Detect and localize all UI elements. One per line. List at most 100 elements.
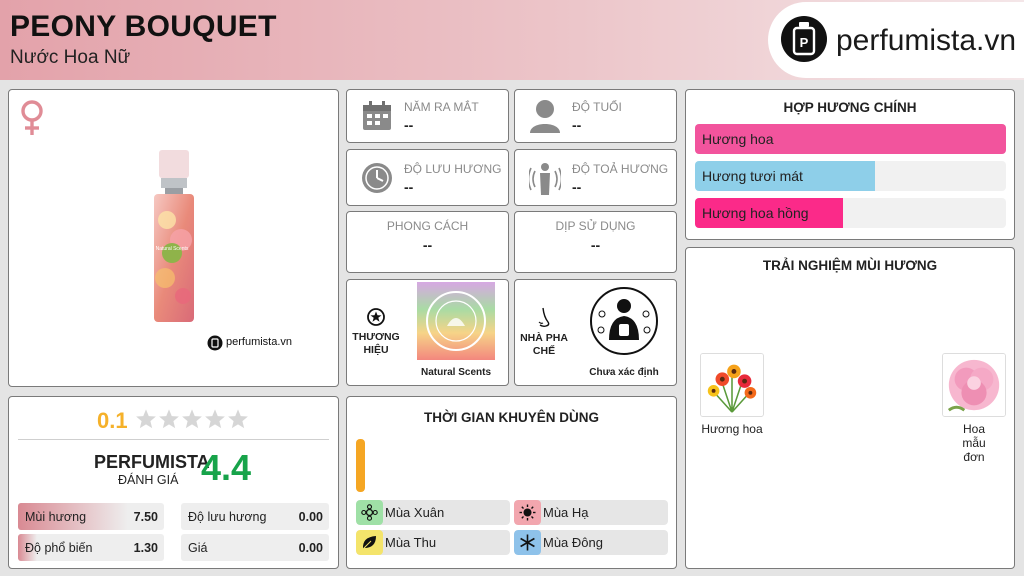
brand-card[interactable]: THƯƠNG HIỆU Natural Scents: [346, 279, 509, 386]
brand-rating-score: 4.4: [201, 447, 252, 488]
brand-logo[interactable]: P perfumista.vn: [768, 2, 1024, 78]
note-label: Hoa mẫu đơn: [962, 422, 986, 464]
season-summer[interactable]: Mùa Hạ: [514, 500, 668, 525]
star-icon[interactable]: [135, 408, 157, 430]
product-bottle-image: Natural Scents: [154, 150, 194, 322]
main-accords-card: HỢP HƯƠNG CHÍNH Hương hoa Hương tươi mát H…: [685, 89, 1015, 240]
perfumer-name: Chưa xác định: [589, 367, 659, 378]
scent-notes-card: TRẢI NGHIỆM MÙI HƯƠNG Hương hoa Hoa mẫu …: [685, 247, 1015, 569]
bottle-label: Natural Scents: [156, 246, 189, 252]
criteria-label: Giá: [188, 541, 208, 555]
age-label: ĐỘ TUỔI: [572, 100, 622, 114]
accord-bar: Hương hoa: [695, 124, 1006, 154]
day-night-indicator: [356, 439, 365, 492]
longevity-card: ĐỘ LƯU HƯƠNG --: [346, 149, 509, 206]
age-card: ĐỘ TUỔI --: [514, 89, 677, 143]
release-year-card: NĂM RA MẮT --: [346, 89, 509, 143]
longevity-value: --: [404, 179, 414, 195]
page-subtitle: Nước Hoa Nữ: [10, 47, 131, 68]
watermark-text: perfumista.vn: [226, 336, 293, 348]
logo-text: perfumista.vn: [836, 24, 1017, 57]
criteria-label: Độ lưu hương: [188, 510, 267, 524]
season-spring[interactable]: Mùa Xuân: [356, 500, 510, 525]
criteria-value: 0.00: [298, 541, 323, 555]
sillage-icon: [529, 163, 561, 195]
criteria-label: Độ phổ biến: [25, 541, 93, 555]
accord-label: Hương tươi mát: [702, 168, 803, 184]
season-label: Mùa Xuân: [385, 505, 445, 520]
product-image-card: Natural Scents perfumista.vn: [8, 89, 339, 387]
criteria-label: Mùi hương: [25, 510, 87, 524]
season-label: Mùa Đông: [543, 535, 603, 550]
note-label: Hương hoa: [701, 422, 763, 436]
perfumer-label-line1: NHÀ PHA: [520, 332, 568, 344]
star-icon[interactable]: [227, 408, 249, 430]
peony-image: [942, 353, 1006, 417]
watermark-icon: [207, 335, 223, 351]
criteria-row: Độ lưu hương 0.00: [181, 503, 329, 530]
calendar-icon: [363, 101, 391, 130]
snowflake-icon: [520, 534, 535, 551]
sun-icon: [519, 504, 536, 521]
season-winter[interactable]: Mùa Đông: [514, 530, 668, 555]
brand-rating-sub: ĐÁNH GIÁ: [118, 473, 179, 487]
leaf-icon: [362, 536, 376, 550]
sillage-card: ĐỘ TOẢ HƯƠNG --: [514, 149, 677, 206]
perfumer-label-line2: CHẾ: [532, 345, 556, 357]
perfume-bottle-icon: P: [781, 16, 827, 62]
criteria-value: 0.00: [298, 510, 323, 524]
occasion-value: --: [590, 237, 601, 253]
user-score: 0.1: [97, 408, 128, 433]
recommended-time-title: THỜI GIAN KHUYÊN DÙNG: [423, 410, 600, 425]
svg-text:P: P: [800, 35, 809, 50]
age-value: --: [572, 117, 582, 133]
brand-label-line2: HIỆU: [363, 344, 389, 356]
season-autumn[interactable]: Mùa Thu: [356, 530, 510, 555]
season-label: Mùa Thu: [385, 535, 437, 550]
female-icon: [21, 100, 43, 135]
spring-icon: [361, 504, 378, 521]
release-year-value: --: [404, 117, 414, 133]
accord-label: Hương hoa hồng: [702, 205, 809, 221]
page-title: PEONY BOUQUET: [10, 10, 277, 43]
sillage-label: ĐỘ TOẢ HƯƠNG: [572, 162, 669, 176]
brand-name: Natural Scents: [420, 367, 492, 378]
recommended-time-card: THỜI GIAN KHUYÊN DÙNG Mùa Xuân Mùa Hạ Mù…: [346, 396, 677, 569]
brand-label: THƯƠNG HIỆU: [347, 331, 405, 357]
criteria-row: Độ phổ biến 1.30: [18, 534, 164, 561]
rating-card: 0.1 PERFUMISTA ĐÁNH GIÁ 4.4 Mùi hương 7.…: [8, 396, 339, 569]
scent-notes-title: TRẢI NGHIỆM MÙI HƯƠNG: [762, 258, 938, 273]
criteria-value: 1.30: [133, 541, 158, 555]
criteria-row: Giá 0.00: [181, 534, 329, 561]
longevity-label: ĐỘ LƯU HƯƠNG: [404, 162, 502, 176]
clock-icon: [362, 163, 392, 193]
brand-rating-name: PERFUMISTA: [94, 452, 210, 472]
divider: [18, 439, 329, 440]
note-item[interactable]: Hương hoa: [700, 353, 766, 436]
star-icon[interactable]: [181, 408, 203, 430]
release-year-label: NĂM RA MẮT: [404, 100, 479, 114]
style-card: PHONG CÁCH --: [346, 211, 509, 273]
style-value: --: [422, 237, 433, 253]
nose-icon: [538, 307, 550, 328]
mixed-flowers-image: [700, 353, 764, 417]
star-rating[interactable]: [135, 408, 251, 432]
header: PEONY BOUQUET Nước Hoa Nữ P perfumista.v…: [0, 0, 1024, 80]
star-icon[interactable]: [204, 408, 226, 430]
occasion-card: DỊP SỬ DỤNG --: [514, 211, 677, 273]
star-icon[interactable]: [158, 408, 180, 430]
user-icon: [530, 100, 560, 133]
accord-bar: Hương tươi mát: [695, 161, 1006, 191]
accord-bar: Hương hoa hồng: [695, 198, 1006, 228]
sillage-value: --: [572, 179, 582, 195]
occasion-label: DỊP SỬ DỤNG: [555, 219, 636, 233]
criteria-value: 7.50: [133, 510, 158, 524]
accord-label: Hương hoa: [702, 131, 774, 147]
season-label: Mùa Hạ: [543, 505, 589, 520]
perfumer-avatar: [585, 282, 663, 360]
criteria-row: Mùi hương 7.50: [18, 503, 164, 530]
brand-label-line1: THƯƠNG: [352, 331, 400, 343]
perfumer-card[interactable]: NHÀ PHA CHẾ Chưa xác định: [514, 279, 677, 386]
perfumer-label: NHÀ PHA CHẾ: [515, 332, 573, 358]
note-item[interactable]: Hoa mẫu đơn: [942, 353, 1008, 464]
